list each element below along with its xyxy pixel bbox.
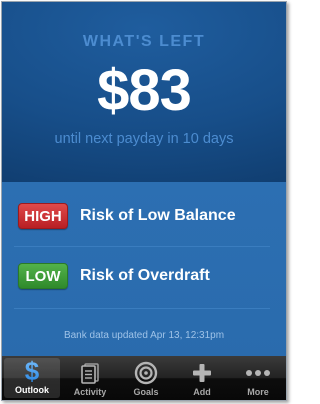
whats-left-panel: WHAT'S LEFT $83 until next payday in 10 …	[2, 2, 286, 182]
risk-level-badge: LOW	[18, 263, 68, 289]
target-icon	[134, 360, 158, 386]
divider	[14, 308, 270, 309]
tab-label: Outlook	[15, 385, 49, 395]
hero-heading: WHAT'S LEFT	[82, 33, 206, 50]
app-screen: WHAT'S LEFT $83 until next payday in 10 …	[1, 1, 287, 401]
tab-bar: $ Outlook Activity Goals Add More	[2, 356, 286, 400]
tab-label: More	[247, 387, 269, 397]
more-icon	[245, 360, 271, 386]
risk-panel: HIGH Risk of Low Balance LOW Risk of Ove…	[2, 182, 286, 360]
tab-goals[interactable]: Goals	[118, 356, 174, 400]
risk-label: Risk of Overdraft	[80, 267, 210, 284]
dollar-icon: $	[21, 358, 43, 384]
risk-row-overdraft[interactable]: LOW Risk of Overdraft	[2, 246, 286, 306]
tab-outlook[interactable]: $ Outlook	[4, 358, 60, 398]
bank-data-updated-status: Bank data updated Apr 13, 12:31pm	[63, 330, 225, 341]
tab-more[interactable]: More	[230, 356, 286, 400]
remaining-amount: $83	[97, 58, 192, 123]
plus-icon	[191, 360, 213, 386]
tab-label: Add	[193, 387, 211, 397]
tab-label: Activity	[73, 387, 107, 397]
risk-row-low-balance[interactable]: HIGH Risk of Low Balance	[2, 186, 286, 246]
risk-level-badge: HIGH	[18, 203, 68, 229]
tab-activity[interactable]: Activity	[62, 356, 118, 400]
activity-icon	[79, 360, 101, 386]
svg-text:$: $	[25, 358, 40, 384]
tab-label: Goals	[133, 387, 159, 397]
risk-label: Risk of Low Balance	[80, 207, 236, 224]
tab-add[interactable]: Add	[174, 356, 230, 400]
payday-subtitle: until next payday in 10 days	[54, 131, 234, 147]
